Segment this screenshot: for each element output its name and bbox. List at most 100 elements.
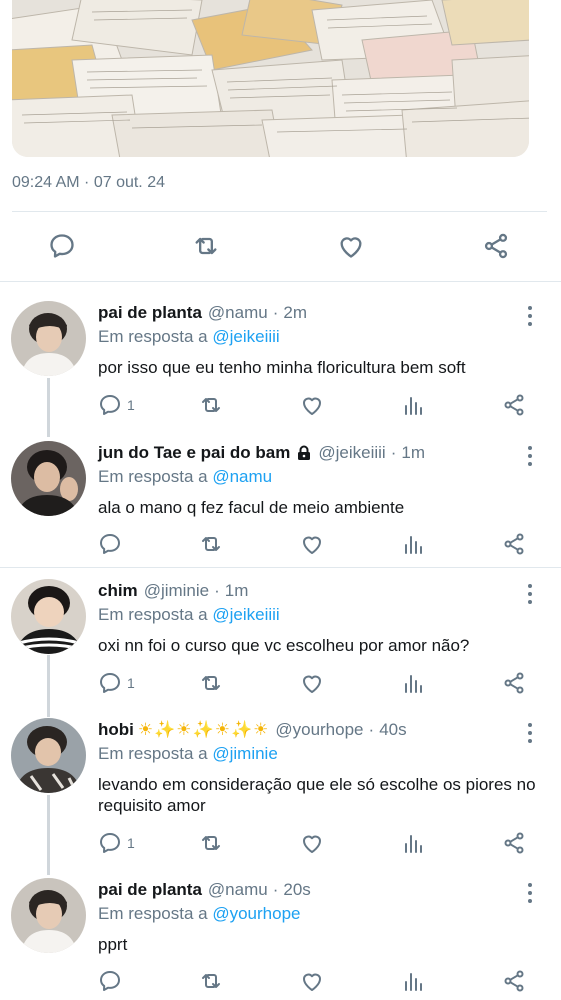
retweet-icon bbox=[202, 974, 220, 988]
analytics-icon bbox=[405, 397, 422, 415]
reply-icon bbox=[100, 534, 120, 554]
share-button[interactable] bbox=[502, 830, 526, 856]
more-options-button[interactable] bbox=[523, 584, 537, 604]
reply-time: 1m bbox=[401, 443, 425, 462]
analytics-button[interactable] bbox=[401, 392, 425, 418]
analytics-icon bbox=[405, 536, 422, 554]
reply-content: jun do Tae e pai do bam @jeikeiiii · 1m … bbox=[98, 441, 538, 518]
reply-button[interactable]: 1 bbox=[98, 392, 135, 418]
analytics-icon bbox=[405, 973, 422, 991]
divider bbox=[12, 211, 547, 212]
mention-link[interactable]: @yourhope bbox=[212, 904, 300, 923]
analytics-icon bbox=[405, 675, 422, 693]
more-options-button[interactable] bbox=[523, 883, 537, 903]
reply-button[interactable]: 1 bbox=[98, 670, 135, 696]
reply-content: pai de planta @namu · 20s Em resposta a … bbox=[98, 878, 538, 955]
separator-dot: · bbox=[272, 880, 279, 899]
display-name[interactable]: hobi bbox=[98, 720, 134, 740]
reply-text: levando em consideração que ele só escol… bbox=[98, 775, 536, 815]
retweet-icon bbox=[202, 398, 220, 412]
more-options-button[interactable] bbox=[523, 306, 537, 326]
replying-prefix: Em resposta a bbox=[98, 904, 208, 923]
share-button[interactable] bbox=[502, 392, 526, 418]
divider bbox=[0, 281, 561, 282]
reply-content: hobi ☀✨☀✨☀✨☀ @yourhope · 40s Em resposta… bbox=[98, 718, 538, 816]
separator-dot: · bbox=[214, 581, 220, 600]
avatar[interactable] bbox=[11, 441, 86, 516]
reply-text: por isso que eu tenho minha floricultura… bbox=[98, 358, 466, 377]
display-name[interactable]: pai de planta bbox=[98, 880, 202, 900]
name-emoji: ☀✨☀✨☀✨☀ bbox=[137, 720, 270, 739]
heart-icon bbox=[303, 536, 321, 554]
analytics-button[interactable] bbox=[401, 531, 425, 557]
reply-content: chim @jiminie · 1m Em resposta a @jeikei… bbox=[98, 579, 538, 656]
reply-button[interactable] bbox=[46, 230, 78, 262]
mention-link[interactable]: @jeikeiiii bbox=[212, 605, 279, 624]
analytics-button[interactable] bbox=[401, 830, 425, 856]
more-options-button[interactable] bbox=[523, 723, 537, 743]
reply-button[interactable]: 1 bbox=[98, 830, 135, 856]
analytics-icon bbox=[405, 835, 422, 853]
share-icon bbox=[484, 233, 508, 259]
reply-time: 20s bbox=[283, 880, 311, 899]
like-button[interactable] bbox=[335, 230, 367, 262]
share-button[interactable] bbox=[480, 230, 512, 262]
mention-link[interactable]: @jeikeiiii bbox=[212, 327, 279, 346]
avatar[interactable] bbox=[11, 301, 86, 376]
like-button[interactable] bbox=[300, 968, 324, 994]
retweet-icon bbox=[202, 836, 220, 850]
heart-icon bbox=[303, 675, 321, 693]
replying-prefix: Em resposta a bbox=[98, 467, 208, 486]
reply-count: 1 bbox=[127, 397, 135, 413]
display-name[interactable]: pai de planta bbox=[98, 303, 202, 323]
mention-link[interactable]: @jiminie bbox=[212, 744, 277, 763]
heart-icon bbox=[303, 973, 321, 991]
reply-time: 2m bbox=[283, 303, 308, 322]
like-button[interactable] bbox=[300, 392, 324, 418]
share-button[interactable] bbox=[502, 968, 526, 994]
mention-link[interactable]: @namu bbox=[212, 467, 272, 486]
reply-icon bbox=[100, 971, 120, 991]
dot bbox=[528, 462, 532, 466]
user-handle[interactable]: @yourhope bbox=[275, 720, 363, 740]
avatar[interactable] bbox=[11, 718, 86, 793]
reply-time: 1m bbox=[224, 581, 249, 600]
user-handle[interactable]: @jeikeiiii bbox=[318, 443, 385, 463]
reply-button[interactable] bbox=[98, 968, 127, 994]
retweet-button[interactable] bbox=[199, 670, 223, 696]
share-button[interactable] bbox=[502, 670, 526, 696]
dot bbox=[528, 454, 532, 458]
share-icon bbox=[504, 832, 524, 854]
user-handle[interactable]: @namu bbox=[208, 880, 268, 900]
dot bbox=[528, 739, 532, 743]
retweet-button[interactable] bbox=[199, 392, 223, 418]
like-button[interactable] bbox=[300, 531, 324, 557]
like-button[interactable] bbox=[300, 670, 324, 696]
avatar[interactable] bbox=[11, 878, 86, 953]
replying-prefix: Em resposta a bbox=[98, 605, 208, 624]
papers-image bbox=[12, 0, 529, 157]
analytics-button[interactable] bbox=[401, 968, 425, 994]
retweet-button[interactable] bbox=[199, 968, 223, 994]
like-button[interactable] bbox=[300, 830, 324, 856]
dot bbox=[528, 322, 532, 326]
retweet-button[interactable] bbox=[190, 230, 222, 262]
reply-text: oxi nn foi o curso que vc escolheu por a… bbox=[98, 636, 470, 655]
retweet-button[interactable] bbox=[199, 531, 223, 557]
dot bbox=[528, 899, 532, 903]
retweet-button[interactable] bbox=[199, 830, 223, 856]
analytics-button[interactable] bbox=[401, 670, 425, 696]
user-handle[interactable]: @namu bbox=[208, 303, 268, 323]
reply-action-bar: 1 bbox=[0, 392, 561, 418]
tweet-media-image[interactable] bbox=[12, 0, 529, 157]
more-options-button[interactable] bbox=[523, 446, 537, 466]
user-handle[interactable]: @jiminie bbox=[144, 581, 209, 601]
reply-button[interactable] bbox=[98, 531, 127, 557]
tweet-timestamp: 09:24 AM · 07 out. 24 bbox=[12, 174, 165, 191]
avatar[interactable] bbox=[11, 579, 86, 654]
share-button[interactable] bbox=[502, 531, 526, 557]
reply-action-bar: 1 bbox=[0, 830, 561, 856]
display-name[interactable]: chim bbox=[98, 581, 138, 601]
separator-dot: · bbox=[390, 443, 397, 462]
display-name[interactable]: jun do Tae e pai do bam bbox=[98, 443, 290, 463]
